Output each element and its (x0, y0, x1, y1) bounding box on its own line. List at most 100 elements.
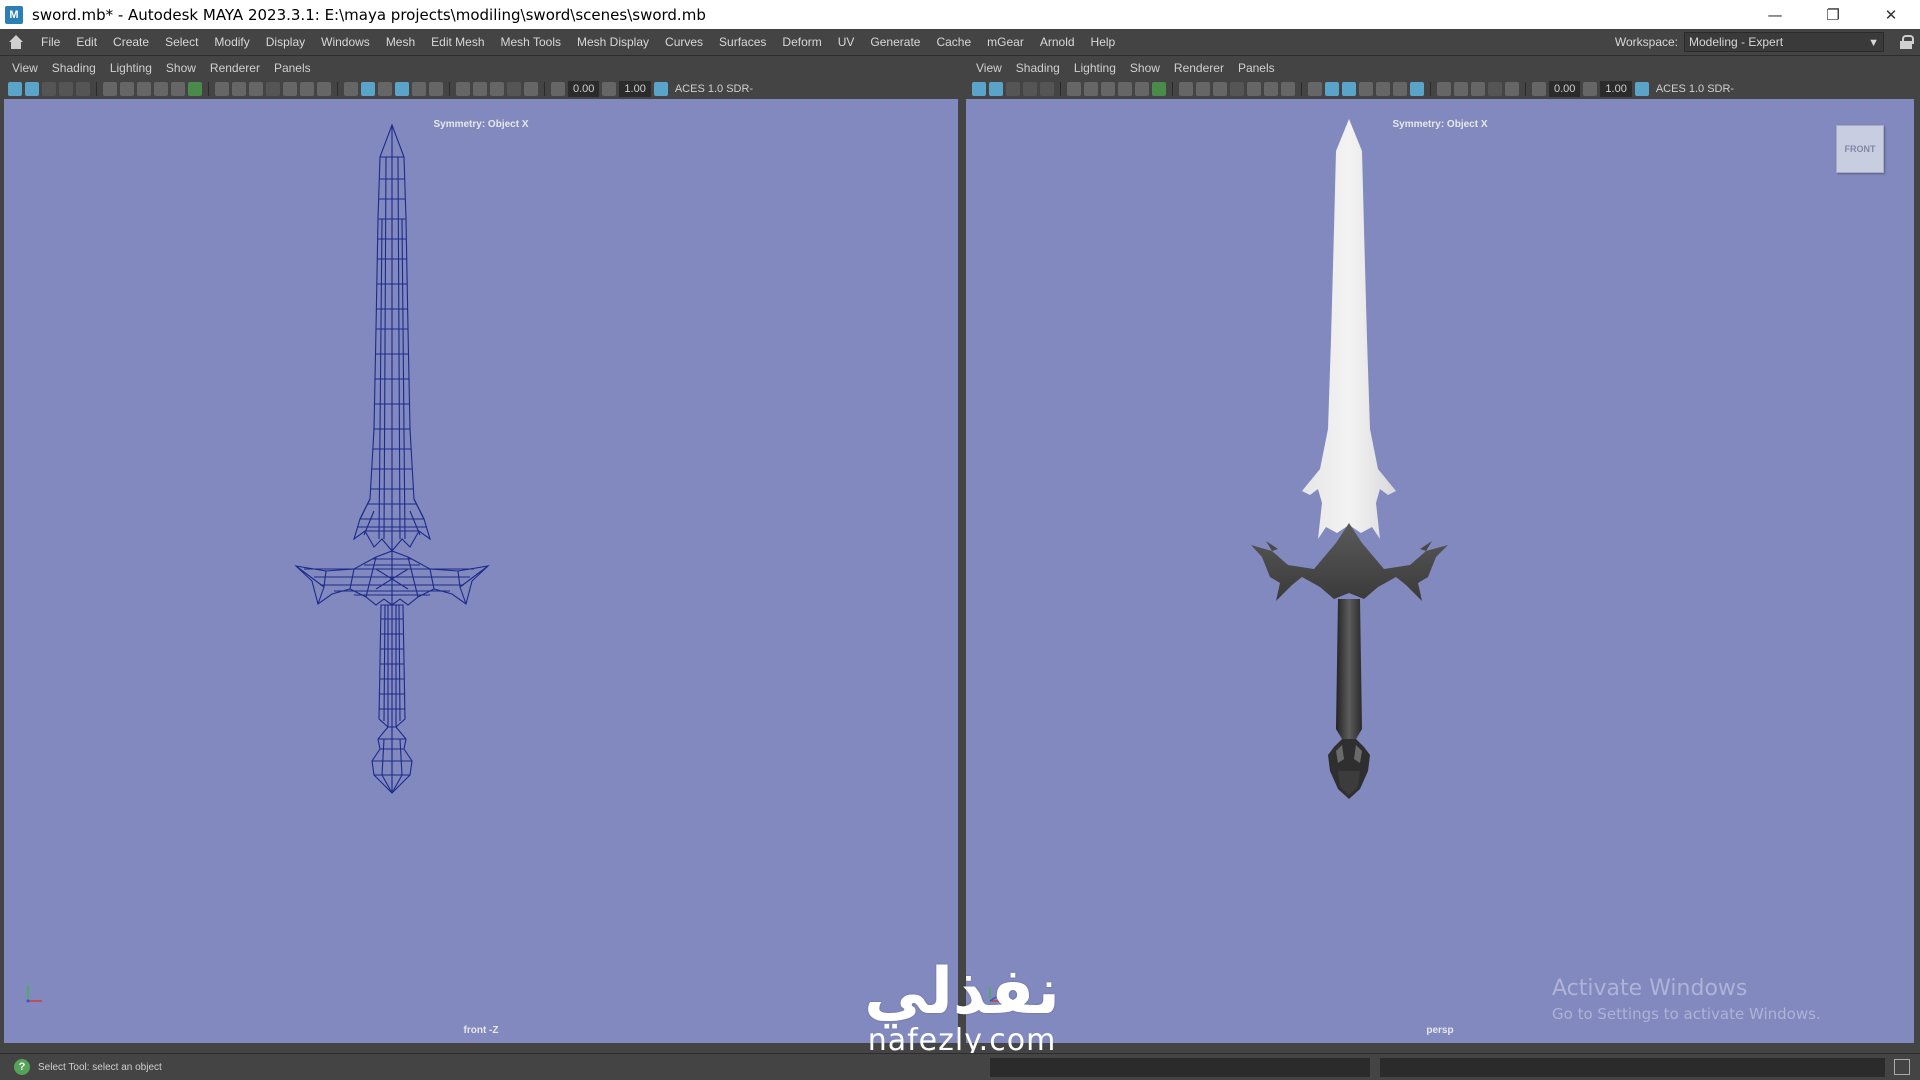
two-d-pan-icon[interactable] (76, 82, 90, 96)
color-management-icon[interactable] (653, 82, 668, 96)
isolate-select-icon[interactable] (524, 82, 538, 96)
panel-menu-lighting[interactable]: Lighting (1068, 61, 1124, 75)
isolate-select-icon[interactable] (1505, 82, 1519, 96)
hud-icon[interactable] (1488, 82, 1502, 96)
safe-title-icon[interactable] (188, 82, 202, 96)
workspace-dropdown[interactable]: Modeling - Expert ▼ (1684, 32, 1884, 52)
two-d-pan-icon[interactable] (1040, 82, 1054, 96)
wireframe-icon[interactable] (1196, 82, 1210, 96)
front-viewport[interactable]: Symmetry: Object X front -Z (4, 99, 958, 1043)
depth-of-field-icon[interactable] (1471, 82, 1485, 96)
panel-menu-renderer[interactable]: Renderer (204, 61, 268, 75)
film-gate-icon[interactable] (103, 82, 117, 96)
backface-icon[interactable] (1376, 82, 1390, 96)
gamma-field[interactable]: 1.00 (619, 81, 651, 97)
camera-attributes-icon[interactable] (989, 82, 1003, 96)
gate-mask-icon[interactable] (1101, 82, 1115, 96)
color-space-label[interactable]: ACES 1.0 SDR- (671, 81, 753, 97)
menu-file[interactable]: File (33, 29, 68, 56)
bookmark-icon[interactable] (1006, 82, 1020, 96)
menu-arnold[interactable]: Arnold (1032, 29, 1083, 56)
grid-icon[interactable] (215, 82, 229, 96)
select-camera-icon[interactable] (972, 82, 986, 96)
menu-display[interactable]: Display (258, 29, 313, 56)
isolate-icon[interactable] (344, 82, 358, 96)
default-material-icon[interactable] (1230, 82, 1244, 96)
menu-cache[interactable]: Cache (928, 29, 979, 56)
backface-icon[interactable] (412, 82, 426, 96)
color-space-label[interactable]: ACES 1.0 SDR- (1652, 81, 1734, 97)
textured-icon[interactable] (283, 82, 297, 96)
motion-blur-icon[interactable] (456, 82, 470, 96)
panel-menu-panels[interactable]: Panels (268, 61, 319, 75)
field-chart-icon[interactable] (154, 82, 168, 96)
wireframe-on-shaded-icon[interactable] (1325, 82, 1339, 96)
home-icon[interactable] (8, 35, 24, 49)
menu-edit[interactable]: Edit (68, 29, 105, 56)
smooth-shade-icon[interactable] (249, 82, 263, 96)
panel-menu-shading[interactable]: Shading (1010, 61, 1068, 75)
panel-menu-show[interactable]: Show (160, 61, 204, 75)
panel-menu-shading[interactable]: Shading (46, 61, 104, 75)
xray-icon[interactable] (378, 82, 392, 96)
motion-blur-icon[interactable] (1437, 82, 1451, 96)
menu-curves[interactable]: Curves (657, 29, 711, 56)
safe-action-icon[interactable] (171, 82, 185, 96)
isolate-icon[interactable] (1308, 82, 1322, 96)
gamma-icon[interactable] (602, 82, 617, 96)
wireframe-on-shaded-icon[interactable] (361, 82, 375, 96)
xray-joints-icon[interactable] (395, 82, 409, 96)
multisample-icon[interactable] (473, 82, 487, 96)
script-editor-icon[interactable] (1894, 1059, 1910, 1075)
menu-mgear[interactable]: mGear (979, 29, 1032, 56)
menu-modify[interactable]: Modify (206, 29, 257, 56)
screen-space-icon[interactable] (1410, 82, 1424, 96)
menu-generate[interactable]: Generate (862, 29, 928, 56)
resolution-gate-icon[interactable] (1084, 82, 1098, 96)
xray-icon[interactable] (1342, 82, 1356, 96)
menu-uv[interactable]: UV (830, 29, 863, 56)
panel-menu-lighting[interactable]: Lighting (104, 61, 160, 75)
hud-icon[interactable] (507, 82, 521, 96)
bookmark-icon[interactable] (42, 82, 56, 96)
xray-joints-icon[interactable] (1359, 82, 1373, 96)
safe-action-icon[interactable] (1135, 82, 1149, 96)
lights-icon[interactable] (300, 82, 314, 96)
panel-menu-view[interactable]: View (6, 61, 46, 75)
shadows-icon[interactable] (1281, 82, 1295, 96)
exposure-field[interactable]: 0.00 (568, 81, 600, 97)
image-plane-icon[interactable] (59, 82, 73, 96)
multisample-icon[interactable] (1454, 82, 1468, 96)
panel-menu-view[interactable]: View (970, 61, 1010, 75)
color-management-icon[interactable] (1634, 82, 1649, 96)
command-line-input[interactable] (990, 1058, 1370, 1077)
panel-menu-show[interactable]: Show (1124, 61, 1168, 75)
menu-edit-mesh[interactable]: Edit Mesh (423, 29, 492, 56)
minimize-button[interactable]: — (1746, 0, 1804, 29)
ambient-occlusion-icon[interactable] (1393, 82, 1407, 96)
wireframe-icon[interactable] (232, 82, 246, 96)
select-camera-icon[interactable] (8, 82, 22, 96)
panel-menu-panels[interactable]: Panels (1232, 61, 1283, 75)
image-plane-icon[interactable] (1023, 82, 1037, 96)
default-material-icon[interactable] (266, 82, 280, 96)
exposure-icon[interactable] (551, 82, 565, 96)
menu-select[interactable]: Select (157, 29, 206, 56)
close-button[interactable]: ✕ (1862, 0, 1920, 29)
resolution-gate-icon[interactable] (120, 82, 134, 96)
gamma-icon[interactable] (1583, 82, 1598, 96)
ambient-occlusion-icon[interactable] (429, 82, 443, 96)
grid-icon[interactable] (1179, 82, 1193, 96)
menu-deform[interactable]: Deform (774, 29, 829, 56)
menu-mesh-tools[interactable]: Mesh Tools (493, 29, 569, 56)
lock-icon[interactable] (1900, 35, 1914, 49)
exposure-icon[interactable] (1532, 82, 1546, 96)
restore-button[interactable]: ❐ (1804, 0, 1862, 29)
smooth-shade-icon[interactable] (1213, 82, 1227, 96)
menu-mesh[interactable]: Mesh (378, 29, 423, 56)
gate-mask-icon[interactable] (137, 82, 151, 96)
exposure-field[interactable]: 0.00 (1549, 81, 1581, 97)
camera-attributes-icon[interactable] (25, 82, 39, 96)
menu-create[interactable]: Create (105, 29, 157, 56)
depth-of-field-icon[interactable] (490, 82, 504, 96)
